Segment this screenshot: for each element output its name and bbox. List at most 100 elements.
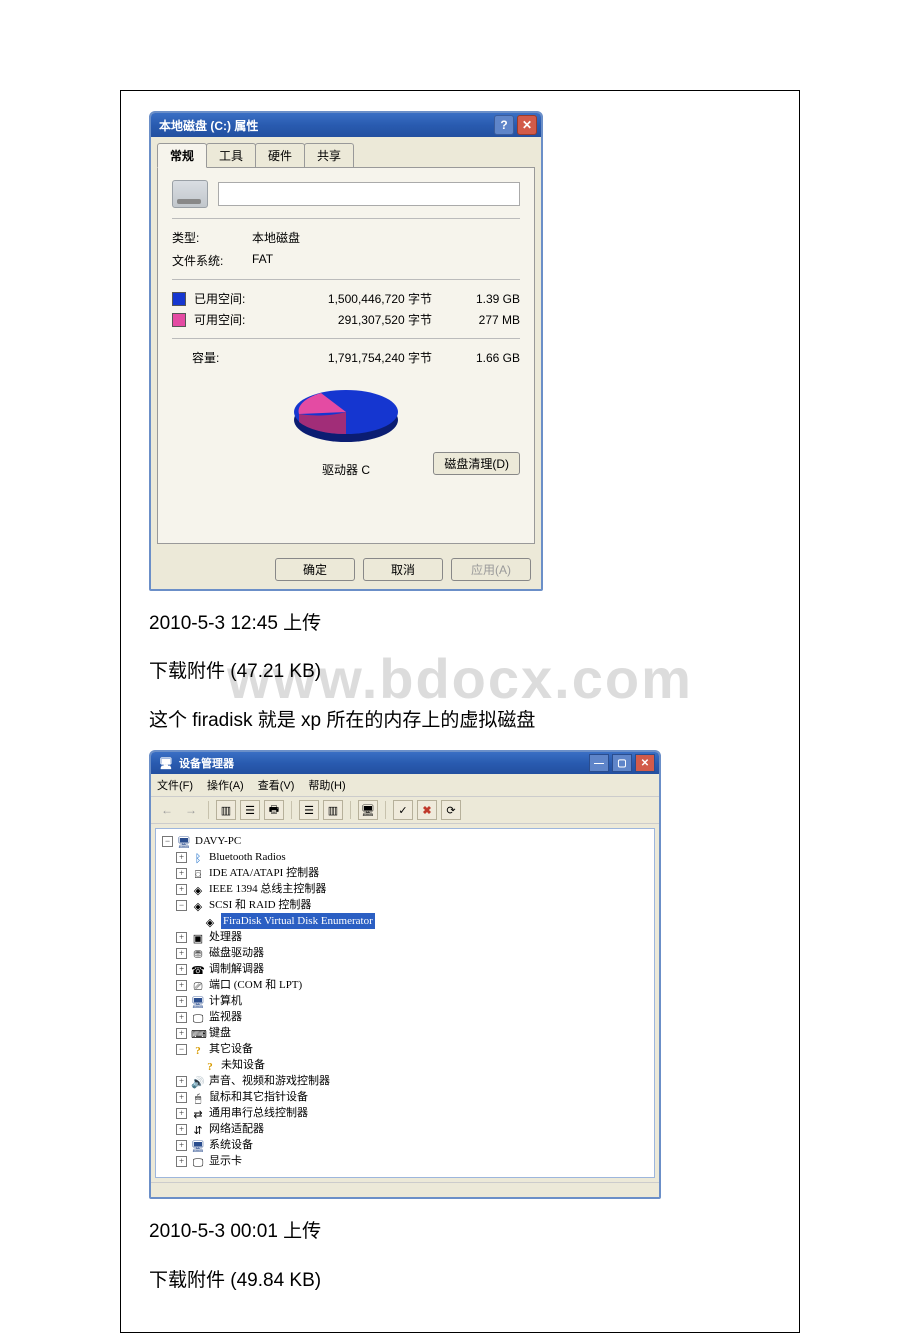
disk-icon: ⛃ bbox=[191, 947, 205, 959]
modems[interactable]: 调制解调器 bbox=[209, 961, 264, 977]
mouse-icon: 🖱 bbox=[191, 1091, 205, 1103]
other-devices[interactable]: 其它设备 bbox=[209, 1041, 253, 1057]
enable-icon[interactable]: ✓ bbox=[393, 800, 413, 820]
dialog-title: 本地磁盘 (C:) 属性 bbox=[159, 117, 491, 134]
update-driver-icon[interactable]: ⟳ bbox=[441, 800, 461, 820]
firadisk-device[interactable]: FiraDisk Virtual Disk Enumerator bbox=[221, 913, 375, 929]
properties-icon[interactable]: ☰ bbox=[240, 800, 260, 820]
close-icon[interactable]: ✕ bbox=[635, 754, 655, 772]
menu-file[interactable]: 文件(F) bbox=[157, 777, 193, 793]
firadisk-icon: ◈ bbox=[203, 915, 217, 927]
menu-action[interactable]: 操作(A) bbox=[207, 777, 244, 793]
toolbar-icon[interactable]: ☰ bbox=[299, 800, 319, 820]
disable-icon[interactable]: ✖ bbox=[417, 800, 437, 820]
devmgr-app-icon: 🖥 bbox=[159, 757, 173, 770]
ieee1394-controllers[interactable]: IEEE 1394 总线主控制器 bbox=[209, 881, 326, 897]
tree-root[interactable]: DAVY-PC bbox=[195, 833, 241, 849]
sound-icon: 🔊 bbox=[191, 1075, 205, 1087]
tab-hardware[interactable]: 硬件 bbox=[255, 143, 305, 167]
drive-label-input[interactable] bbox=[218, 182, 520, 206]
usb-icon: ⇄ bbox=[191, 1107, 205, 1119]
upload-timestamp-1: 2010-5-3 12:45 上传 bbox=[149, 609, 781, 639]
label-fs: 文件系统: bbox=[172, 252, 252, 269]
menu-view[interactable]: 查看(V) bbox=[258, 777, 295, 793]
mouse-devices[interactable]: 鼠标和其它指针设备 bbox=[209, 1089, 308, 1105]
capacity-size: 1.66 GB bbox=[450, 351, 520, 365]
nav-back-icon[interactable]: ← bbox=[157, 803, 177, 817]
ide-controllers[interactable]: IDE ATA/ATAPI 控制器 bbox=[209, 865, 319, 881]
article-description: 这个 firadisk 就是 xp 所在的内存上的虚拟磁盘 bbox=[149, 706, 781, 736]
disk-cleanup-button[interactable]: 磁盘清理(D) bbox=[433, 452, 520, 475]
bluetooth-radios[interactable]: Bluetooth Radios bbox=[209, 849, 286, 865]
network-adapters[interactable]: 网络适配器 bbox=[209, 1121, 264, 1137]
ports[interactable]: 端口 (COM 和 LPT) bbox=[209, 977, 302, 993]
keyboard-icon: ⌨ bbox=[191, 1027, 205, 1039]
tab-strip: 常规 工具 硬件 共享 bbox=[151, 137, 541, 167]
drive-icon bbox=[172, 180, 208, 208]
processors[interactable]: 处理器 bbox=[209, 929, 242, 945]
label-used: 已用空间: bbox=[194, 290, 264, 307]
disk-drives[interactable]: 磁盘驱动器 bbox=[209, 945, 264, 961]
port-icon: ⎚ bbox=[191, 979, 205, 991]
usage-pie-chart bbox=[281, 374, 411, 454]
used-swatch-icon bbox=[172, 292, 186, 306]
display-adapters[interactable]: 显示卡 bbox=[209, 1153, 242, 1169]
toolbar-icon[interactable]: ▥ bbox=[323, 800, 343, 820]
unknown-device[interactable]: 未知设备 bbox=[221, 1057, 265, 1073]
free-bytes: 291,307,520 字节 bbox=[264, 311, 450, 328]
computer-icon: 🖥 bbox=[177, 835, 191, 847]
tab-panel-general: 类型: 本地磁盘 文件系统: FAT 已用空间: 1,500,446,720 字… bbox=[157, 167, 535, 544]
device-manager-window: 🖥 设备管理器 — ▢ ✕ 文件(F) 操作(A) 查看(V) 帮助(H) ← … bbox=[149, 750, 661, 1199]
nav-forward-icon[interactable]: → bbox=[181, 803, 201, 817]
scan-icon[interactable]: 🖥 bbox=[358, 800, 378, 820]
monitors[interactable]: 监视器 bbox=[209, 1009, 242, 1025]
dialog-titlebar: 本地磁盘 (C:) 属性 ? ✕ bbox=[151, 113, 541, 137]
tab-tools[interactable]: 工具 bbox=[206, 143, 256, 167]
system-icon: 🖥 bbox=[191, 1139, 205, 1151]
ok-button[interactable]: 确定 bbox=[275, 558, 355, 581]
sound-controllers[interactable]: 声音、视频和游戏控制器 bbox=[209, 1073, 330, 1089]
minimize-icon[interactable]: — bbox=[589, 754, 609, 772]
system-devices[interactable]: 系统设备 bbox=[209, 1137, 253, 1153]
free-swatch-icon bbox=[172, 313, 186, 327]
help-icon[interactable]: ? bbox=[494, 115, 514, 135]
scsi-raid-controllers[interactable]: SCSI 和 RAID 控制器 bbox=[209, 897, 311, 913]
cpu-icon: ▣ bbox=[191, 931, 205, 943]
tab-general[interactable]: 常规 bbox=[157, 143, 207, 168]
apply-button[interactable]: 应用(A) bbox=[451, 558, 531, 581]
devmgr-titlebar: 🖥 设备管理器 — ▢ ✕ bbox=[151, 752, 659, 774]
download-link-1[interactable]: 下载附件 (47.21 KB) bbox=[149, 657, 781, 687]
cancel-button[interactable]: 取消 bbox=[363, 558, 443, 581]
capacity-bytes: 1,791,754,240 字节 bbox=[262, 349, 450, 366]
modem-icon: ☎ bbox=[191, 963, 205, 975]
ide-icon: ⌼ bbox=[191, 867, 205, 879]
scsi-icon: ◈ bbox=[191, 899, 205, 911]
monitor-icon: 🖵 bbox=[191, 1011, 205, 1023]
tab-sharing[interactable]: 共享 bbox=[304, 143, 354, 167]
network-icon: ⇵ bbox=[191, 1123, 205, 1135]
value-fs: FAT bbox=[252, 252, 273, 269]
other-devices-icon: ? bbox=[191, 1043, 205, 1055]
keyboards[interactable]: 键盘 bbox=[209, 1025, 231, 1041]
usb-controllers[interactable]: 通用串行总线控制器 bbox=[209, 1105, 308, 1121]
download-link-2[interactable]: 下载附件 (49.84 KB) bbox=[149, 1266, 781, 1296]
label-capacity: 容量: bbox=[192, 349, 262, 366]
close-icon[interactable]: ✕ bbox=[517, 115, 537, 135]
toolbar-icon[interactable]: ▥ bbox=[216, 800, 236, 820]
devmgr-statusbar bbox=[151, 1182, 659, 1197]
bluetooth-icon: ᛒ bbox=[191, 851, 205, 863]
free-size: 277 MB bbox=[450, 313, 520, 327]
disk-properties-dialog: 本地磁盘 (C:) 属性 ? ✕ 常规 工具 硬件 共享 类型: 本地磁盘 文件… bbox=[149, 111, 543, 591]
computer[interactable]: 计算机 bbox=[209, 993, 242, 1009]
value-type: 本地磁盘 bbox=[252, 229, 300, 246]
menu-help[interactable]: 帮助(H) bbox=[308, 777, 345, 793]
label-type: 类型: bbox=[172, 229, 252, 246]
devmgr-toolbar: ← → ▥ ☰ 🖶 ☰ ▥ 🖥 ✓ ✖ ⟳ bbox=[151, 797, 659, 824]
upload-timestamp-2: 2010-5-3 00:01 上传 bbox=[149, 1217, 781, 1247]
print-icon[interactable]: 🖶 bbox=[264, 800, 284, 820]
unknown-device-icon: ? bbox=[203, 1059, 217, 1071]
used-bytes: 1,500,446,720 字节 bbox=[264, 290, 450, 307]
devmgr-title: 设备管理器 bbox=[179, 755, 586, 771]
label-free: 可用空间: bbox=[194, 311, 264, 328]
maximize-icon[interactable]: ▢ bbox=[612, 754, 632, 772]
